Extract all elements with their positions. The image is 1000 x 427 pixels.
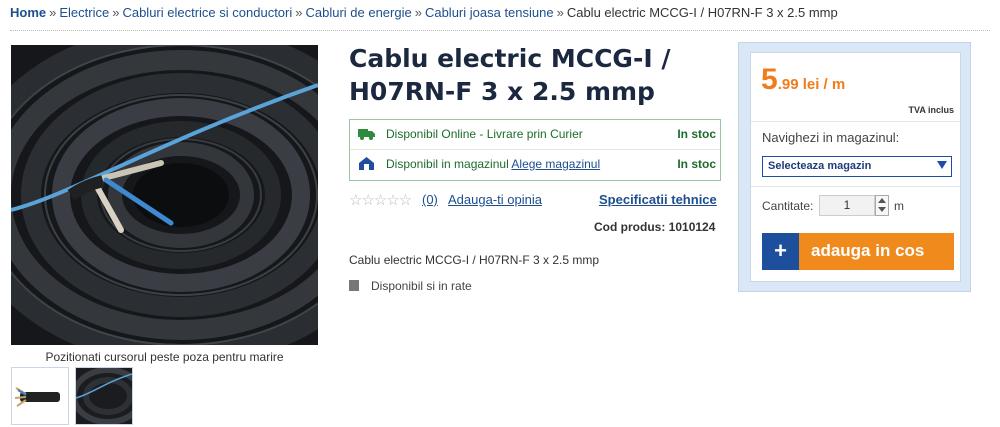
decrement-arrow-icon[interactable] <box>878 207 886 212</box>
cable-end-thumbnail <box>12 368 68 424</box>
breadcrumb-home[interactable]: Home <box>10 5 46 20</box>
image-zoom-hint: Pozitionati cursorul peste poza pentru m… <box>45 350 284 364</box>
add-to-cart-button[interactable]: + adauga in cos <box>762 233 954 270</box>
add-to-cart-label: adauga in cos <box>811 241 925 260</box>
buy-box-divider <box>751 121 960 122</box>
quantity-stepper[interactable] <box>875 195 889 216</box>
breadcrumb-separator: » <box>49 5 57 20</box>
breadcrumb-current: Cablu electric MCCG-I / H07RN-F 3 x 2.5 … <box>566 5 838 20</box>
availability-online-text: Disponibil Online - Livrare prin Curier <box>386 127 583 141</box>
plus-icon: + <box>762 233 799 270</box>
rating-count-link[interactable]: (0) <box>422 192 438 207</box>
delivery-truck-icon <box>358 129 375 140</box>
breadcrumb-separator: » <box>414 5 422 20</box>
availability-store-text: Disponibil in magazinul Alege magazinul <box>386 157 600 171</box>
add-review-link[interactable]: Adauga-ti opinia <box>448 192 542 207</box>
thumbnail-1[interactable] <box>11 367 69 425</box>
cable-coil-thumbnail <box>76 368 132 424</box>
buy-box: 5.99 lei / m TVA inclus Navighezi in mag… <box>738 42 971 292</box>
availability-box: Disponibil Online - Livrare prin Curier … <box>349 119 721 181</box>
choose-store-link[interactable]: Alege magazinul <box>511 157 600 171</box>
price-integer: 5 <box>761 63 778 96</box>
breadcrumb-item[interactable]: Cabluri de energie <box>305 5 411 20</box>
breadcrumb-item[interactable]: Electrice <box>59 5 109 20</box>
breadcrumb-separator: » <box>295 5 303 20</box>
price-decimal-unit: .99 lei / m <box>777 76 846 93</box>
product-code-label: Cod produs: <box>594 220 666 234</box>
dropdown-arrow-icon <box>937 161 947 169</box>
availability-store-label: Disponibil in magazinul <box>386 157 509 171</box>
increment-arrow-icon[interactable] <box>878 198 886 203</box>
product-main-image[interactable] <box>11 45 318 345</box>
vat-included-label: TVA inclus <box>908 105 954 115</box>
availability-online-row: Disponibil Online - Livrare prin Curier … <box>350 122 720 148</box>
product-title: Cablu electric MCCG-I / H07RN-F 3 x 2.5 … <box>349 44 671 106</box>
availability-divider <box>350 149 720 150</box>
online-stock-status: In stoc <box>677 127 716 141</box>
breadcrumb-separator: » <box>556 5 564 20</box>
technical-specs-link[interactable]: Specificatii tehnice <box>599 192 717 207</box>
product-code-value: 1010124 <box>668 220 716 234</box>
installments-info: Disponibil si in rate <box>349 279 472 293</box>
buy-box-inner: 5.99 lei / m TVA inclus Navighezi in mag… <box>750 52 961 282</box>
rating-stars[interactable]: ☆☆☆☆☆ <box>349 191 412 209</box>
store-select-value: Selecteaza magazin <box>768 160 872 172</box>
product-code: Cod produs: 1010124 <box>594 220 715 234</box>
store-nav-label: Navighezi in magazinul: <box>762 130 900 145</box>
quantity-input[interactable]: 1 <box>819 195 875 216</box>
breadcrumb-separator: » <box>112 5 120 20</box>
quantity-unit: m <box>894 199 904 213</box>
thumbnail-2[interactable] <box>75 367 133 425</box>
availability-store-row: Disponibil in magazinul Alege magazinul … <box>350 152 720 178</box>
breadcrumb-divider <box>10 30 990 31</box>
installments-text: Disponibil si in rate <box>371 279 472 293</box>
breadcrumb-item[interactable]: Cabluri electrice si conductori <box>122 5 292 20</box>
product-description: Cablu electric MCCG-I / H07RN-F 3 x 2.5 … <box>349 253 600 267</box>
buy-box-divider <box>751 186 960 187</box>
store-house-icon <box>359 157 374 170</box>
quantity-label: Cantitate: <box>762 199 814 213</box>
store-stock-status: In stoc <box>677 157 716 171</box>
breadcrumb-item[interactable]: Cabluri joasa tensiune <box>425 5 554 20</box>
breadcrumb: Home» Electrice» Cabluri electrice si cond… <box>10 5 838 20</box>
calculator-icon <box>349 280 359 291</box>
price: 5.99 lei / m <box>761 63 845 97</box>
cable-coil-picture <box>11 45 318 345</box>
store-select[interactable]: Selecteaza magazin <box>762 156 952 177</box>
